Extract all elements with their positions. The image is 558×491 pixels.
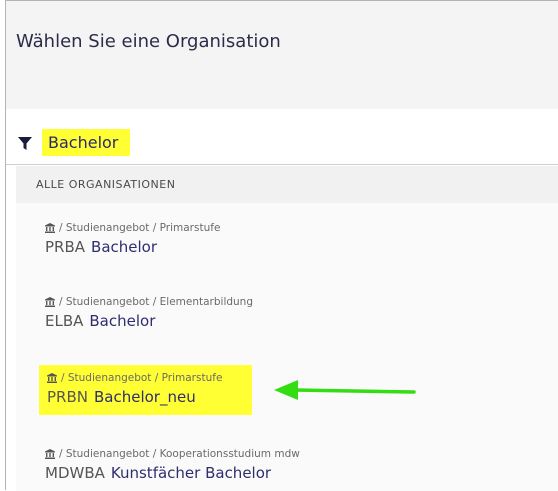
bank-icon [45,449,55,459]
org-code: MDWBA [45,464,105,482]
list-item[interactable]: / Studienangebot / Primarstufe PRBN Bache… [39,365,253,415]
dialog-header: Wählen Sie eine Organisation [6,1,558,109]
org-path: / Studienangebot / Elementarbildung [45,295,253,309]
section-header: ALLE ORGANISATIONEN [16,166,558,203]
filter-row: Bachelor [6,109,558,165]
org-name[interactable]: Bachelor [89,312,155,330]
org-name[interactable]: Bachelor_neu [94,388,196,406]
org-name[interactable]: Kunstfächer Bachelor [111,464,271,482]
filter-icon[interactable] [18,137,32,151]
org-code: ELBA [45,312,84,330]
org-path: / Studienangebot / Kooperationsstudium m… [45,447,300,461]
list-item[interactable]: / Studienangebot / Elementarbildung ELBA… [45,295,253,331]
dialog-title: Wählen Sie eine Organisation [16,31,281,52]
list-item[interactable]: / Studienangebot / Primarstufe PRBA Bache… [45,221,220,257]
list-item[interactable]: / Studienangebot / Kooperationsstudium m… [45,447,300,483]
org-path: / Studienangebot / Primarstufe [45,221,220,235]
bank-icon [45,223,55,233]
filter-input[interactable]: Bachelor [42,129,131,156]
dialog: Wählen Sie eine Organisation Bachelor AL… [5,0,558,491]
org-path: / Studienangebot / Primarstufe [47,371,222,385]
org-name[interactable]: Bachelor [91,238,157,256]
bank-icon [47,373,57,383]
org-code: PRBN [47,388,88,406]
section-title: ALLE ORGANISATIONEN [36,178,176,191]
org-code: PRBA [45,238,86,256]
annotation-arrow-icon [274,380,416,400]
bank-icon [45,297,55,307]
org-list: / Studienangebot / Primarstufe PRBA Bache… [16,203,558,491]
